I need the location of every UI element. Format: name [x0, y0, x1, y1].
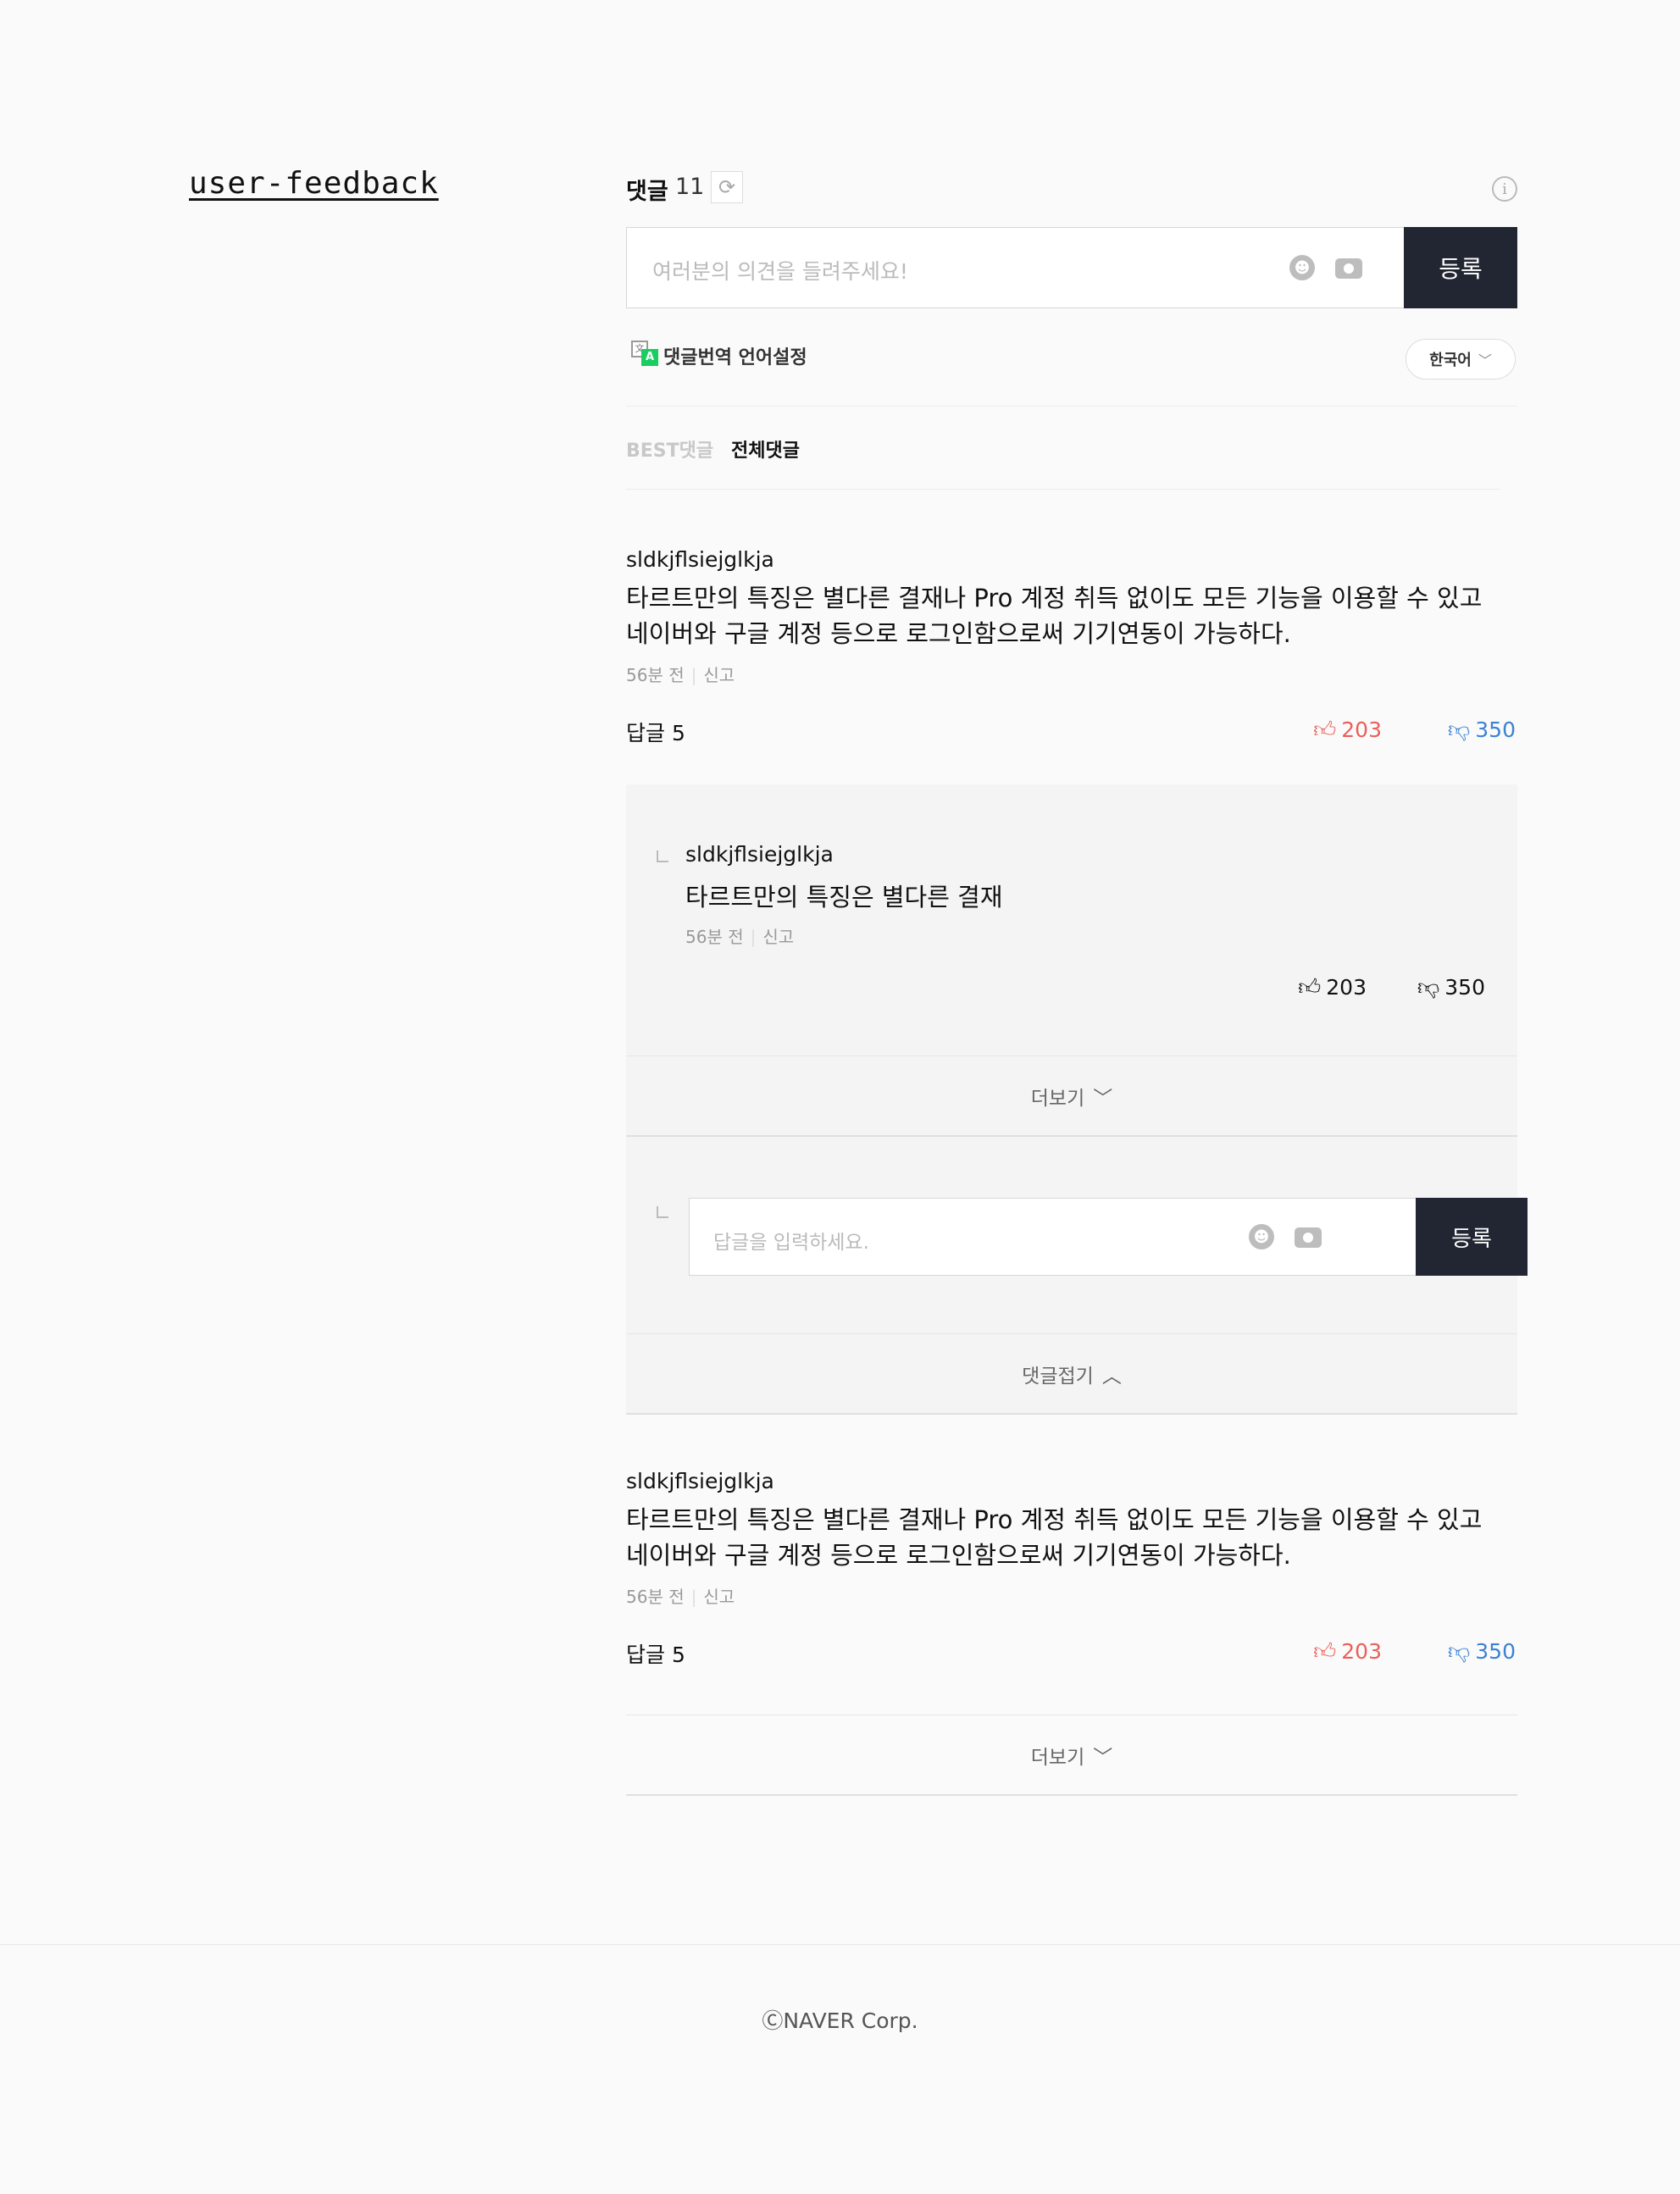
thumbs-up-icon: 👍︎: [1313, 1639, 1337, 1665]
comment-time: 56분 전: [626, 665, 685, 685]
language-select[interactable]: 한국어 ﹀: [1406, 339, 1516, 380]
translate-icon: 文A: [631, 341, 658, 366]
footer-copyright: ⒸNAVER Corp.: [762, 2008, 918, 2033]
like-button[interactable]: 👍︎ 203: [1313, 717, 1382, 743]
info-icon[interactable]: i: [1492, 176, 1517, 202]
camera-icon[interactable]: [1295, 1227, 1322, 1248]
brand-title: user-feedback: [189, 166, 439, 201]
reply-dislike-button[interactable]: 👎︎ 350: [1417, 974, 1485, 1000]
meta-divider: |: [750, 927, 757, 947]
reply-item: sldkjflsiejglkja 타르트만의 특징은 별다른 결재 56분 전 |…: [626, 784, 1517, 1055]
comment-section: 댓글 11 ⟳ i 여러분의 의견을 들려주세요! ☻ 등록 文A 댓글번역 언…: [626, 166, 1528, 1796]
meta-divider: |: [690, 1587, 697, 1607]
like-count: 203: [1341, 1639, 1382, 1664]
comment-author[interactable]: sldkjflsiejglkja: [626, 1469, 1517, 1493]
comment-time: 56분 전: [626, 1587, 685, 1607]
emoji-icon[interactable]: ☻: [1249, 1224, 1274, 1249]
reply-submit-button[interactable]: 등록: [1416, 1198, 1528, 1276]
reply-meta: 56분 전 | 신고: [685, 923, 794, 948]
comment-author[interactable]: sldkjflsiejglkja: [626, 547, 1517, 572]
collapse-replies-button[interactable]: 댓글접기 ︿: [626, 1333, 1517, 1413]
thumbs-down-icon: 👎︎: [1417, 975, 1440, 1000]
comment-item: sldkjflsiejglkja 타르트만의 특징은 별다른 결재나 Pro 계…: [626, 547, 1517, 745]
comment-text-line: 네이버와 구글 계정 등으로 로그인함으로써 기기연동이 가능하다.: [626, 619, 1291, 648]
chevron-down-icon: ﹀: [1093, 1746, 1113, 1769]
translation-settings: 文A 댓글번역 언어설정 한국어 ﹀: [626, 308, 1517, 407]
like-count: 203: [1341, 717, 1382, 742]
reply-toggle[interactable]: 답글 5: [626, 717, 685, 747]
comment-item: sldkjflsiejglkja 타르트만의 특징은 별다른 결재나 Pro 계…: [626, 1469, 1517, 1667]
comment-meta: 56분 전 | 신고: [626, 1583, 1517, 1608]
dislike-count: 350: [1475, 1639, 1516, 1664]
report-link[interactable]: 신고: [703, 1587, 735, 1607]
tab-all[interactable]: 전체댓글: [731, 435, 800, 463]
more-comments-button[interactable]: 더보기 ﹀: [626, 1715, 1517, 1796]
comment-text: 타르트만의 특징은 별다른 결재나 Pro 계정 취득 없이도 모든 기능을 이…: [626, 580, 1517, 651]
submit-button[interactable]: 등록: [1404, 227, 1517, 308]
comment-title: 댓글: [626, 179, 668, 205]
comment-text-line: 네이버와 구글 계정 등으로 로그인함으로써 기기연동이 가능하다.: [626, 1541, 1291, 1570]
reply-input[interactable]: 답글을 입력하세요.: [713, 1226, 869, 1255]
comment-footer: 답글 5 👍︎ 203 👎︎ 350: [626, 712, 1517, 745]
reply-like-button[interactable]: 👍︎ 203: [1298, 974, 1367, 1000]
thumbs-up-icon: 👍︎: [1313, 717, 1337, 743]
footer-divider: [0, 1944, 1680, 1945]
thumbs-down-icon: 👎︎: [1447, 1639, 1471, 1665]
chevron-up-icon: ︿: [1101, 1365, 1122, 1388]
comment-footer: 답글 5 👍︎ 203 👎︎ 350: [626, 1633, 1517, 1667]
reply-text: 타르트만의 특징은 별다른 결재: [685, 883, 1003, 911]
comment-tabs: BEST댓글 전체댓글: [626, 407, 1500, 490]
comment-text-line: 타르트만의 특징은 별다른 결재나 Pro 계정 취득 없이도 모든 기능을 이…: [626, 584, 1483, 612]
report-link[interactable]: 신고: [703, 665, 735, 685]
reply-section: sldkjflsiejglkja 타르트만의 특징은 별다른 결재 56분 전 |…: [626, 784, 1528, 1415]
chevron-down-icon: ﹀: [1093, 1087, 1113, 1110]
comment-count: 11: [675, 174, 705, 200]
dislike-button[interactable]: 👎︎ 350: [1448, 1638, 1516, 1665]
reply-composer: 답글을 입력하세요. ☻ 등록: [626, 1135, 1528, 1333]
dislike-count: 350: [1475, 717, 1516, 742]
comment-meta: 56분 전 | 신고: [626, 662, 1517, 686]
thumbs-up-icon: 👍︎: [1298, 975, 1322, 1000]
collapse-label: 댓글접기: [1022, 1365, 1094, 1388]
dislike-button[interactable]: 👎︎ 350: [1448, 717, 1516, 743]
refresh-icon[interactable]: ⟳: [711, 171, 743, 203]
comment-header: 댓글 11 ⟳ i: [626, 166, 1517, 208]
camera-icon[interactable]: [1335, 258, 1362, 279]
reply-dislike-count: 350: [1444, 975, 1485, 1000]
report-link[interactable]: 신고: [762, 927, 794, 947]
reply-toggle[interactable]: 답글 5: [626, 1638, 685, 1669]
thumbs-down-icon: 👎︎: [1447, 717, 1471, 743]
comment-input-box[interactable]: 여러분의 의견을 들려주세요! ☻ 등록: [626, 227, 1517, 308]
chevron-down-icon: ﹀: [1478, 352, 1492, 368]
more-replies-button[interactable]: 더보기 ﹀: [626, 1055, 1517, 1135]
translation-label[interactable]: 댓글번역 언어설정: [663, 342, 807, 369]
reply-author[interactable]: sldkjflsiejglkja: [685, 842, 834, 867]
reply-input-box[interactable]: 답글을 입력하세요. ☻ 등록: [689, 1198, 1528, 1276]
comment-text-line: 타르트만의 특징은 별다른 결재나 Pro 계정 취득 없이도 모든 기능을 이…: [626, 1505, 1483, 1534]
like-button[interactable]: 👍︎ 203: [1313, 1638, 1382, 1665]
more-label: 더보기: [1030, 1087, 1085, 1110]
emoji-icon[interactable]: ☻: [1289, 255, 1315, 280]
reply-time: 56분 전: [685, 927, 744, 947]
language-value: 한국어: [1429, 352, 1472, 369]
reply-like-count: 203: [1326, 975, 1367, 1000]
comment-input[interactable]: 여러분의 의견을 들려주세요!: [652, 255, 908, 285]
comment-text: 타르트만의 특징은 별다른 결재나 Pro 계정 취득 없이도 모든 기능을 이…: [626, 1502, 1517, 1573]
more-label: 더보기: [1030, 1746, 1085, 1769]
reply-corner-icon: [657, 850, 668, 862]
tab-best[interactable]: BEST댓글: [626, 435, 713, 463]
meta-divider: |: [690, 665, 697, 685]
reply-corner-icon: [657, 1206, 668, 1218]
